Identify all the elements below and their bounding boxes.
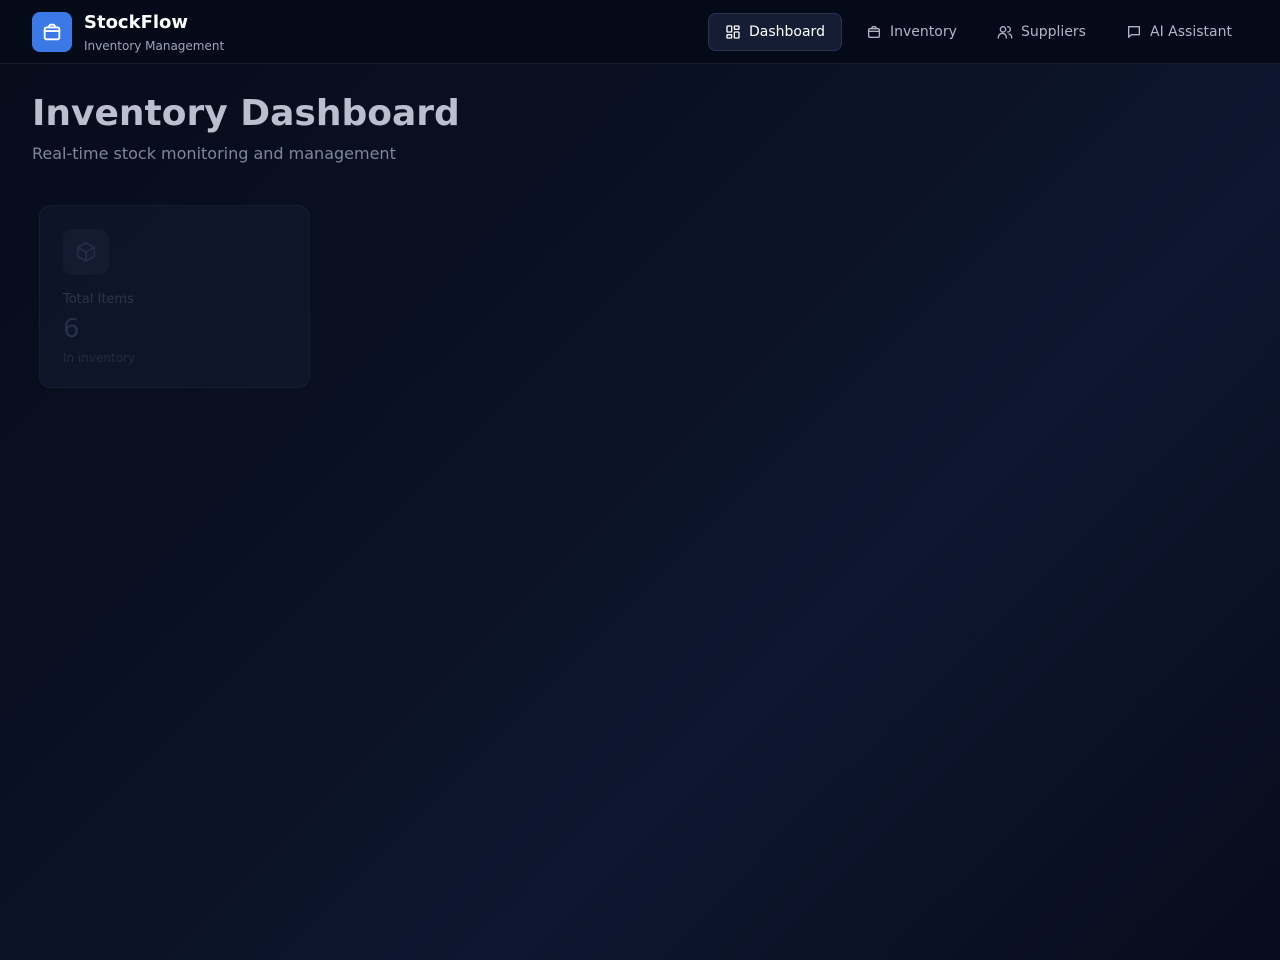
dashboard-grid-icon <box>726 25 740 39</box>
stat-label: Total Items <box>63 292 134 307</box>
users-icon <box>997 26 1013 39</box>
nav-ai-assistant-label: AI Assistant <box>1150 24 1232 40</box>
package-icon <box>43 23 61 41</box>
nav-dashboard[interactable]: Dashboard <box>708 13 842 51</box>
brand-title: StockFlow <box>84 12 189 33</box>
top-navbar: StockFlow Inventory Management Dashboard… <box>0 0 1280 64</box>
brand-subtitle: Inventory Management <box>84 39 225 53</box>
nav-suppliers[interactable]: Suppliers <box>981 13 1102 51</box>
nav-dashboard-label: Dashboard <box>749 24 825 40</box>
stat-caption: In inventory <box>63 351 136 365</box>
stat-icon-box <box>63 229 109 275</box>
nav-inventory[interactable]: Inventory <box>850 13 973 51</box>
package-icon <box>868 26 880 38</box>
stat-card-total-items: Total Items 6 In inventory <box>39 205 310 388</box>
page-subtitle: Real-time stock monitoring and managemen… <box>32 144 396 163</box>
page-title: Inventory Dashboard <box>32 93 460 134</box>
nav-inventory-label: Inventory <box>890 24 957 40</box>
chat-bubble-icon <box>1128 26 1140 38</box>
nav-ai-assistant[interactable]: AI Assistant <box>1110 13 1248 51</box>
nav-suppliers-label: Suppliers <box>1021 24 1086 40</box>
cube-icon <box>76 241 96 263</box>
stat-value: 6 <box>63 314 80 344</box>
logo[interactable] <box>32 12 72 52</box>
